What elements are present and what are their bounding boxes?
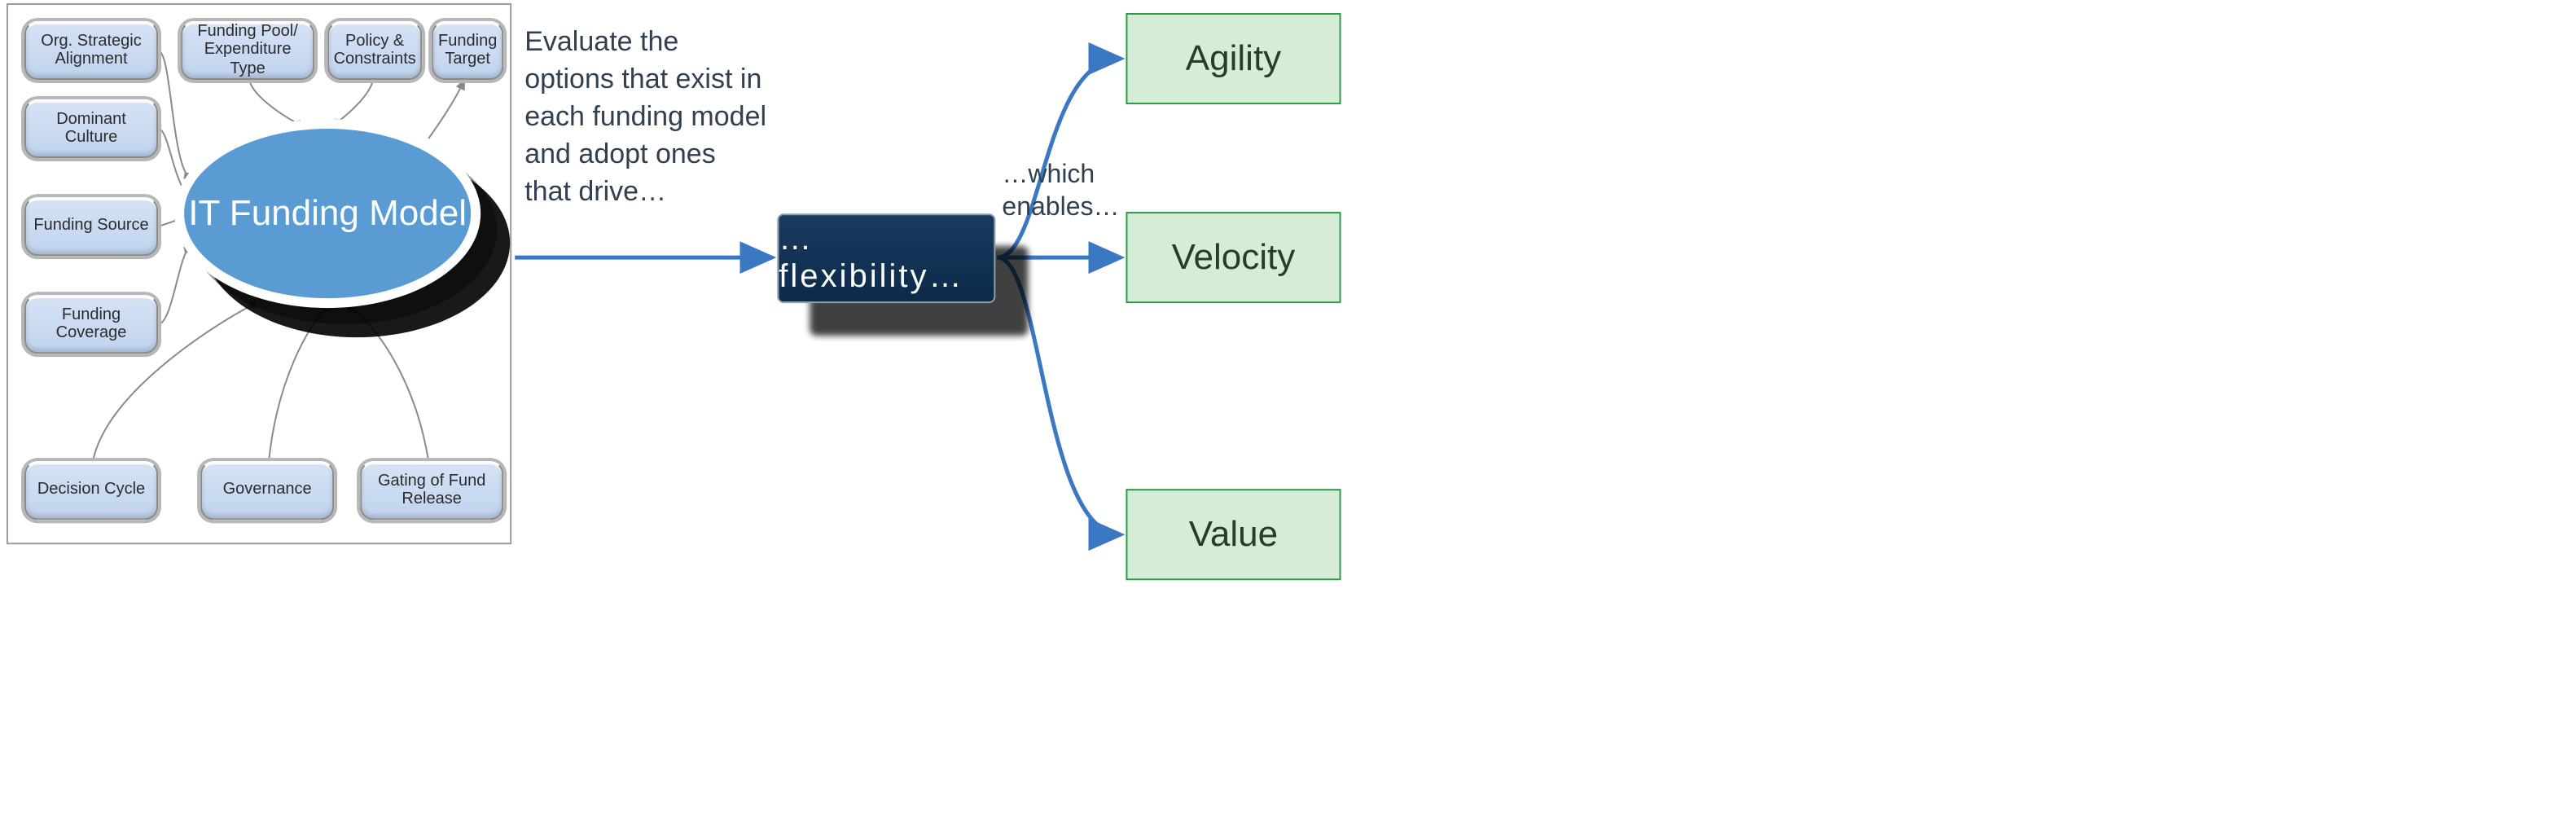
chip-label: Gating of Fund Release: [366, 472, 497, 509]
chip-label: Org. Strategic Alignment: [31, 32, 151, 69]
diagram-stage: IT Funding Model Org. Strategic Alignmen…: [0, 0, 2576, 813]
chip-label: Funding Coverage: [31, 305, 151, 343]
chip-governance: Governance: [200, 461, 334, 520]
chip-label: Governance: [223, 481, 312, 500]
outcome-agility: Agility: [1126, 13, 1341, 104]
flexibility-label: …flexibility…: [779, 221, 994, 296]
flexibility-box: …flexibility…: [777, 213, 995, 303]
chip-label: Funding Pool/ Expenditure Type: [187, 23, 308, 79]
chip-label: Funding Target: [438, 32, 497, 69]
chip-label: Dominant Culture: [31, 110, 151, 147]
outcome-label: Value: [1189, 513, 1278, 556]
outcome-label: Agility: [1186, 37, 1281, 80]
chip-label: Policy & Constraints: [334, 32, 416, 69]
outcome-label: Velocity: [1172, 236, 1296, 279]
chip-funding-coverage: Funding Coverage: [24, 295, 158, 354]
chip-funding-source: Funding Source: [24, 197, 158, 256]
it-funding-model-oval: IT Funding Model: [174, 119, 481, 308]
chip-label: Funding Source: [33, 218, 148, 236]
chip-policy-constraints: Policy & Constraints: [327, 21, 422, 80]
chip-funding-pool: Funding Pool/ Expenditure Type: [181, 21, 314, 80]
outcome-velocity: Velocity: [1126, 212, 1341, 303]
chip-dominant-culture: Dominant Culture: [24, 99, 158, 158]
evaluate-text: Evaluate the options that exist in each …: [524, 24, 769, 211]
chip-org-strategic-alignment: Org. Strategic Alignment: [24, 21, 158, 80]
chip-gating-fund-release: Gating of Fund Release: [360, 461, 503, 520]
chip-funding-target: Funding Target: [432, 21, 503, 80]
outcome-value: Value: [1126, 489, 1341, 580]
left-panel: IT Funding Model Org. Strategic Alignmen…: [7, 3, 511, 544]
chip-label: Decision Cycle: [37, 481, 145, 500]
enables-text: …which enables…: [1002, 160, 1124, 225]
oval-label: IT Funding Model: [188, 192, 467, 235]
chip-decision-cycle: Decision Cycle: [24, 461, 158, 520]
